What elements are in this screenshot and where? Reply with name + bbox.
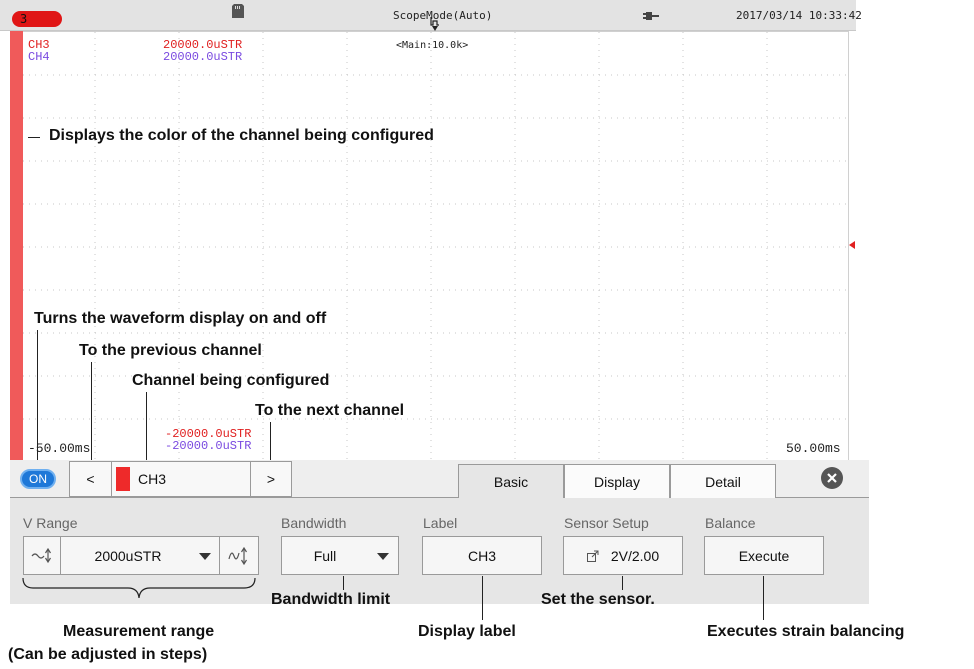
- time-right: 50.00ms: [786, 441, 841, 456]
- trigger-level-marker: [849, 241, 855, 249]
- callout-prev-channel: To the previous channel: [79, 342, 262, 359]
- range-step-up-button[interactable]: [219, 536, 259, 575]
- callout-channel-color: Displays the color of the channel being …: [49, 127, 434, 144]
- tab-display[interactable]: Display: [564, 464, 670, 498]
- callout-range-steps: (Can be adjusted in steps): [8, 646, 208, 663]
- callout-balance: Executes strain balancing: [707, 623, 905, 640]
- callout-bandwidth: Bandwidth limit: [271, 591, 391, 608]
- callout-line: [343, 576, 344, 590]
- callout-line: [91, 362, 92, 465]
- sensor-setup-label: Sensor Setup: [564, 515, 649, 531]
- range-fine-up-icon: [228, 546, 248, 565]
- vrange-value: 2000uSTR: [94, 547, 162, 564]
- channel-color-swatch: [116, 467, 130, 491]
- callout-line: [146, 392, 147, 465]
- chevron-down-icon: [199, 553, 211, 560]
- balance-execute-button[interactable]: Execute: [704, 536, 824, 575]
- waveform-area[interactable]: [10, 31, 849, 461]
- close-icon[interactable]: [821, 467, 843, 489]
- external-open-icon: [586, 550, 599, 562]
- callout-display-toggle: Turns the waveform display on and off: [34, 310, 327, 327]
- callout-line: [622, 576, 623, 590]
- bandwidth-value: Full: [313, 547, 337, 564]
- bandwidth-label: Bandwidth: [281, 515, 347, 531]
- range-fine-down-icon: [31, 547, 52, 563]
- tab-basic[interactable]: Basic: [458, 464, 564, 498]
- sensor-setup-value: 2V/2.00: [610, 547, 660, 564]
- chevron-down-icon: [377, 553, 389, 560]
- current-channel-label: CH3: [138, 471, 167, 487]
- callout-line: [37, 330, 38, 465]
- callout-current-channel: Channel being configured: [132, 372, 330, 389]
- callout-line: [763, 576, 764, 620]
- ch4-scale: 20000.0uSTR: [163, 50, 243, 64]
- sd-card-icon: [232, 4, 244, 18]
- ch4-name: CH4: [28, 50, 50, 64]
- balance-label: Balance: [705, 515, 756, 531]
- callout-line: [482, 576, 483, 620]
- channel-badge: 3: [12, 11, 62, 27]
- callout-display-label: Display label: [418, 623, 516, 640]
- vrange-label: V Range: [23, 515, 78, 531]
- callout-sensor: Set the sensor.: [541, 591, 655, 608]
- callout-measurement-range: Measurement range: [63, 623, 215, 640]
- vrange-select[interactable]: 2000uSTR: [60, 536, 220, 575]
- sensor-setup-button[interactable]: 2V/2.00: [563, 536, 683, 575]
- channel-color-bar: [10, 31, 23, 461]
- label-field[interactable]: CH3: [422, 536, 542, 575]
- range-step-down-button[interactable]: [23, 536, 61, 575]
- tab-detail[interactable]: Detail: [670, 464, 776, 498]
- main-record-info: <Main:10.0k>: [396, 40, 469, 51]
- callout-line: [270, 422, 271, 465]
- power-plug-icon: [643, 10, 659, 24]
- scope-mode: ScopeMode(Auto): [393, 9, 493, 22]
- label-label: Label: [423, 515, 458, 531]
- waveform-grid: [11, 32, 848, 460]
- current-channel-display[interactable]: CH3: [111, 461, 251, 497]
- bandwidth-select[interactable]: Full: [281, 536, 399, 575]
- display-on-toggle[interactable]: ON: [20, 469, 56, 489]
- callout-next-channel: To the next channel: [255, 402, 405, 419]
- next-channel-button[interactable]: >: [250, 461, 292, 497]
- prev-channel-button[interactable]: <: [69, 461, 112, 497]
- callout-line: [28, 137, 40, 138]
- ch4-bottom-value: -20000.0uSTR: [165, 439, 252, 453]
- datetime: 2017/03/14 10:33:42: [736, 9, 862, 22]
- range-bracket: [22, 578, 256, 599]
